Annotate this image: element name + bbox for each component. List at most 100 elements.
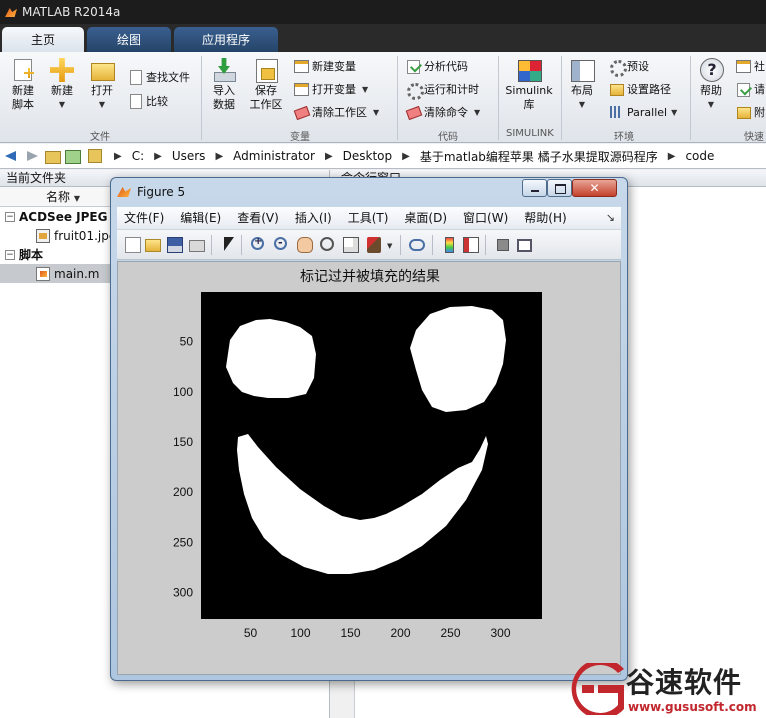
new-script-button[interactable]: 新建 脚本 — [6, 58, 40, 112]
open-variable-icon — [294, 82, 309, 96]
print-icon[interactable] — [189, 240, 205, 252]
new-variable-icon — [294, 59, 309, 73]
y-tick-label: 150 — [173, 435, 193, 449]
hide-plot-tools-icon[interactable] — [497, 239, 509, 251]
chevron-down-icon[interactable]: ▼ — [387, 242, 393, 258]
community-button[interactable]: 社 — [736, 57, 765, 75]
breadcrumb-item[interactable]: Administrator — [233, 149, 315, 163]
analyze-code-button[interactable]: 分析代码 — [406, 57, 468, 75]
ribbon-divider — [397, 56, 398, 140]
tab-apps[interactable]: 应用程序 — [174, 27, 278, 52]
gususoft-logo-icon — [571, 663, 624, 715]
clear-workspace-button[interactable]: 清除工作区 ▼ — [294, 103, 379, 121]
sort-down-icon: ▼ — [73, 194, 80, 203]
figure-toolbar: ▼ — [117, 229, 621, 260]
chevron-down-icon: ▼ — [707, 100, 715, 109]
run-and-time-button[interactable]: 运行和计时 — [406, 80, 479, 100]
open-button[interactable]: 打开 ▼ — [86, 58, 118, 112]
section-label-file: 文件 — [90, 132, 110, 143]
zoom-out-icon[interactable] — [274, 236, 287, 250]
tab-plots[interactable]: 绘图 — [87, 27, 171, 52]
image-axes[interactable]: 50 100 150 200 250 300 50 100 150 200 250 300 — [118, 262, 622, 676]
show-plot-tools-icon[interactable] — [517, 239, 532, 252]
toolbar-divider — [432, 235, 433, 255]
compare-button[interactable]: 比较 — [128, 92, 168, 110]
preferences-button[interactable]: 预设 — [609, 57, 649, 77]
toolbar-divider — [241, 235, 242, 255]
menu-help[interactable]: 帮助(H) — [516, 207, 574, 229]
browse-folder-icon[interactable] — [64, 148, 81, 164]
forward-arrow-icon[interactable] — [24, 148, 40, 164]
save-workspace-icon — [253, 58, 279, 83]
request-support-icon — [736, 82, 750, 97]
chevron-down-icon: ▼ — [362, 84, 369, 94]
figure-title: Figure 5 — [137, 185, 186, 199]
data-cursor-icon[interactable] — [343, 237, 359, 253]
breadcrumb-separator: ▶ — [402, 150, 410, 162]
brush-icon[interactable] — [367, 237, 381, 253]
zoom-in-icon[interactable] — [251, 236, 264, 250]
breadcrumb-item[interactable]: Users — [172, 149, 206, 163]
menu-tools[interactable]: 工具(T) — [340, 207, 397, 229]
dock-arrow-icon[interactable]: ↘ — [606, 211, 615, 224]
y-tick-label: 50 — [180, 335, 194, 349]
left-eye-region — [226, 319, 316, 398]
import-data-icon — [211, 58, 237, 82]
save-workspace-button[interactable]: 保存 工作区 — [246, 58, 286, 112]
rotate-3d-icon[interactable] — [320, 237, 334, 251]
breadcrumb-item[interactable]: code — [685, 149, 714, 163]
find-files-button[interactable]: 查找文件 — [128, 68, 190, 86]
m-file-icon — [36, 266, 50, 281]
new-variable-button[interactable]: 新建变量 — [294, 57, 356, 75]
menu-view[interactable]: 查看(V) — [229, 207, 287, 229]
breadcrumb-separator: ▶ — [114, 150, 122, 162]
chevron-down-icon: ▼ — [58, 100, 66, 109]
colorbar-icon[interactable] — [445, 237, 454, 253]
edit-pointer-icon[interactable] — [221, 237, 237, 253]
menu-desktop[interactable]: 桌面(D) — [396, 207, 455, 229]
back-arrow-icon[interactable] — [4, 148, 20, 164]
set-path-button[interactable]: 设置路径 — [609, 80, 671, 98]
help-button[interactable]: 帮助 ▼ — [696, 58, 726, 112]
addons-button[interactable]: 附 — [736, 103, 765, 121]
clear-commands-button[interactable]: 清除命令 ▼ — [406, 103, 480, 121]
layout-button[interactable]: 布局 ▼ — [566, 58, 598, 112]
save-figure-icon[interactable] — [167, 237, 183, 253]
collapse-icon[interactable]: − — [5, 211, 15, 222]
community-icon — [736, 59, 751, 73]
parallel-button[interactable]: Parallel ▼ — [609, 103, 677, 121]
simulink-library-button[interactable]: Simulink 库 — [504, 58, 554, 112]
y-tick-label: 200 — [173, 485, 193, 499]
pan-hand-icon[interactable] — [297, 237, 313, 253]
minimize-button[interactable] — [522, 179, 547, 197]
breadcrumb-item[interactable]: Desktop — [343, 149, 393, 163]
link-plot-icon[interactable] — [409, 239, 425, 251]
menu-edit[interactable]: 编辑(E) — [172, 207, 229, 229]
figure-titlebar[interactable]: Figure 5 — [117, 182, 185, 202]
legend-icon[interactable] — [463, 237, 479, 253]
folder-up-icon[interactable] — [44, 148, 61, 164]
tab-home[interactable]: 主页 — [2, 27, 84, 52]
request-support-button[interactable]: 请 — [736, 80, 765, 98]
watermark: 谷速软件 www.gususoft.com — [568, 660, 766, 718]
ribbon-divider — [690, 56, 691, 140]
new-figure-icon[interactable] — [125, 237, 141, 253]
close-button[interactable] — [572, 179, 617, 197]
open-file-icon[interactable] — [145, 239, 161, 252]
menu-file[interactable]: 文件(F) — [117, 207, 172, 229]
breadcrumb-item[interactable]: 基于matlab编程苹果 橘子水果提取源码程序 — [420, 148, 658, 165]
toolbar-divider — [400, 235, 401, 255]
address-bar: ▶ C: ▶ Users ▶ Administrator ▶ Desktop ▶… — [0, 144, 766, 169]
folder-open-icon — [89, 58, 115, 82]
new-button[interactable]: 新建 ▼ — [46, 58, 78, 112]
menu-window[interactable]: 窗口(W) — [455, 207, 516, 229]
breadcrumb-item[interactable]: C: — [132, 149, 144, 163]
open-variable-button[interactable]: 打开变量 ▼ — [294, 80, 368, 98]
maximize-button[interactable] — [547, 179, 572, 197]
menu-insert[interactable]: 插入(I) — [287, 207, 340, 229]
section-label-environment: 环境 — [614, 132, 634, 143]
layout-icon — [569, 58, 595, 82]
y-tick-label: 300 — [173, 585, 193, 599]
import-data-button[interactable]: 导入 数据 — [208, 58, 240, 112]
collapse-icon[interactable]: − — [5, 249, 15, 260]
